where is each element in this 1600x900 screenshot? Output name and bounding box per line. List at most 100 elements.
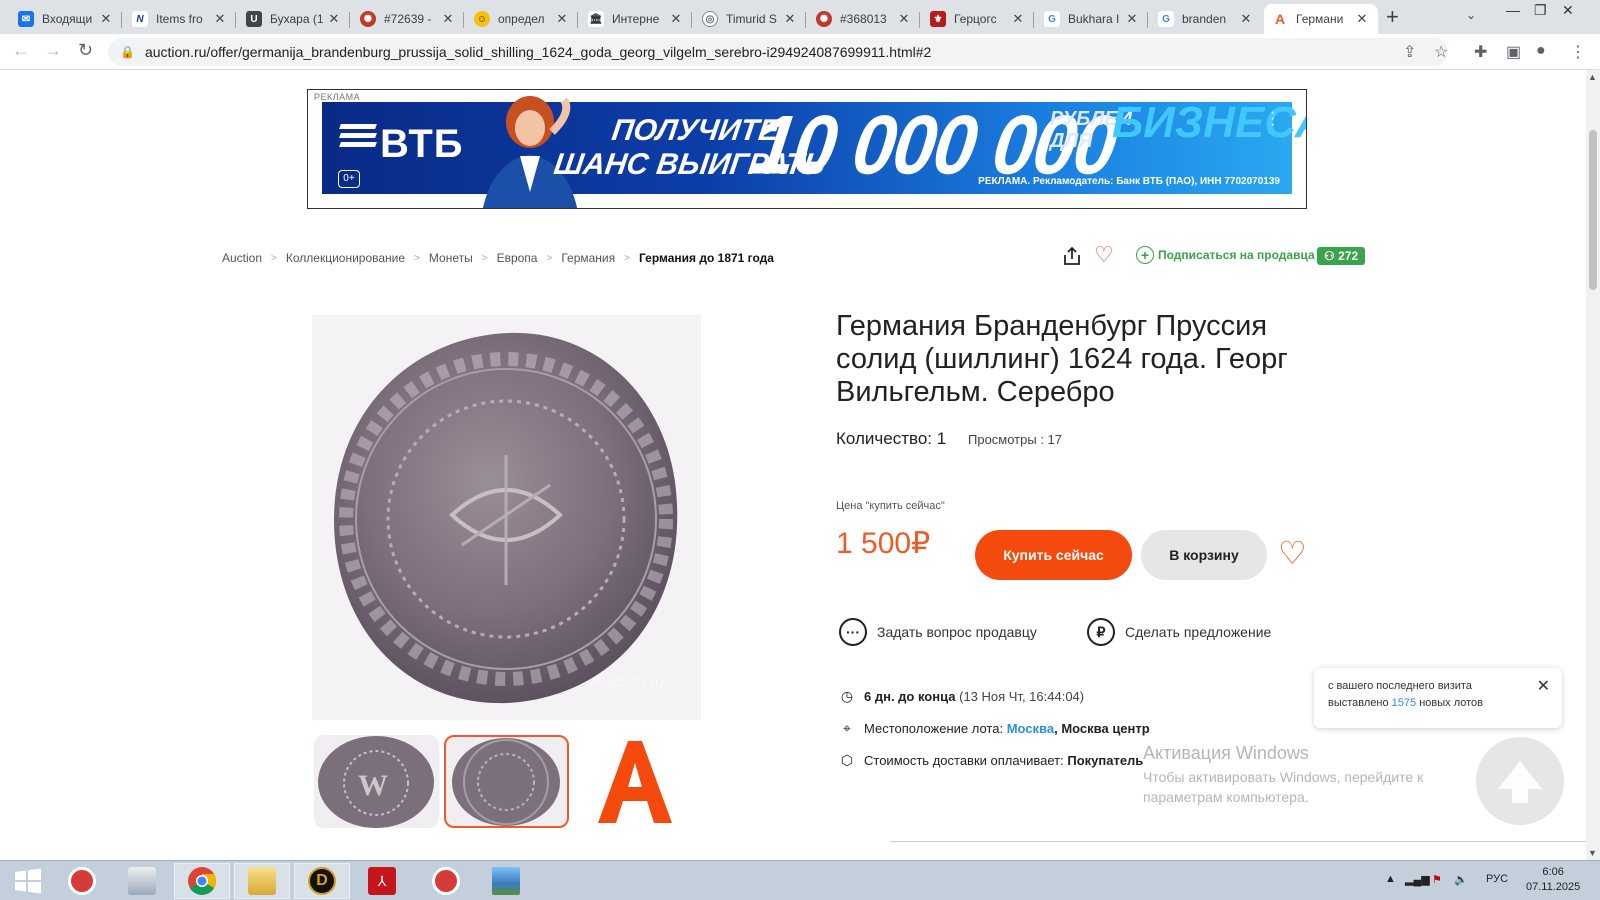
- breadcrumb-germany[interactable]: Германия: [561, 251, 615, 265]
- kebab-menu-icon[interactable]: ⋮: [1570, 42, 1586, 62]
- auction-logo-thumbnail[interactable]: [590, 735, 680, 828]
- close-icon[interactable]: ✕: [1537, 678, 1550, 695]
- tab-inbox[interactable]: ✉ Входящи ✕: [10, 4, 122, 34]
- main-lot-photo[interactable]: Auction.ru: [312, 315, 701, 720]
- share-page-icon[interactable]: ⇪: [1403, 42, 1416, 62]
- close-icon[interactable]: ✕: [1124, 11, 1140, 27]
- ad-legal-text: РЕКЛАМА. Рекламодатель: Банк ВТБ (ПАО), …: [978, 176, 1280, 187]
- heraldry-icon: ⚜: [930, 11, 946, 27]
- views-count: Просмотры : 17: [968, 432, 1063, 447]
- favorite-heart-icon[interactable]: ♡: [1094, 244, 1114, 266]
- taskbar-screenshot-app[interactable]: [54, 863, 110, 899]
- close-icon[interactable]: ✕: [782, 11, 798, 27]
- tab-bukhara[interactable]: U Бухара (1 ✕: [238, 4, 350, 34]
- taskbar-screenshot-app-2[interactable]: [418, 863, 474, 899]
- taskbar-chrome[interactable]: [174, 863, 230, 899]
- tab-germany-active[interactable]: A Германи ✕: [1264, 4, 1378, 34]
- taskbar-acrobat[interactable]: ⅄: [354, 863, 410, 899]
- taskbar-image-viewer[interactable]: [478, 863, 534, 899]
- extensions-puzzle-icon[interactable]: ✚: [1474, 42, 1487, 62]
- close-icon[interactable]: ✕: [98, 11, 114, 27]
- close-icon[interactable]: ✕: [1010, 11, 1026, 27]
- minimize-icon[interactable]: —: [1506, 2, 1520, 18]
- volume-icon[interactable]: 🔈: [1454, 873, 1468, 886]
- delivery-payer: Покупатель: [1067, 753, 1144, 768]
- tab-bukhara-google[interactable]: G Bukhara I ✕: [1036, 4, 1148, 34]
- buy-now-button[interactable]: Купить сейчас: [975, 530, 1132, 580]
- vertical-scrollbar[interactable]: ▲ ▼: [1586, 70, 1600, 860]
- forward-arrow-icon[interactable]: →: [44, 40, 62, 61]
- share-icon[interactable]: [1063, 246, 1081, 266]
- ad-creative: ВТБ 0+ ПОЛУЧИТЕ ШАНС ВЫИГРАТЬ 10 000 000…: [322, 96, 1306, 208]
- clock-time: 6:06: [1542, 866, 1564, 878]
- ad-banner[interactable]: РЕКЛАМА ВТБ 0+ ПОЛУЧИТЕ ШАНС ВЫИГРАТЬ 10…: [307, 89, 1307, 209]
- tab-72639[interactable]: ✺ #72639 - ✕: [352, 4, 464, 34]
- location-city-link[interactable]: Москва: [1007, 721, 1054, 736]
- toast-text-3: новых лотов: [1419, 697, 1484, 709]
- close-icon[interactable]: ✕: [326, 11, 342, 27]
- scroll-to-top-button[interactable]: [1476, 737, 1564, 825]
- subscribe-seller-button[interactable]: + Подписаться на продавца: [1136, 246, 1315, 264]
- profile-icon[interactable]: ●: [1536, 42, 1546, 60]
- tab-internet[interactable]: 🏛 Интерне ✕: [580, 4, 692, 34]
- scrollbar-thumb[interactable]: [1589, 130, 1597, 290]
- close-icon[interactable]: ✕: [1354, 11, 1370, 27]
- thumbnail-reverse-selected[interactable]: [444, 735, 569, 828]
- make-offer-button[interactable]: ₽ Сделать предложение: [1087, 618, 1271, 646]
- breadcrumb-auction[interactable]: Auction: [222, 251, 262, 265]
- tab-branden-google[interactable]: G branden ✕: [1150, 4, 1262, 34]
- start-button[interactable]: [0, 863, 56, 899]
- tab-368013[interactable]: ✺ #368013 ✕: [808, 4, 920, 34]
- tab-search-chevron-icon[interactable]: ⌄: [1466, 8, 1476, 22]
- taskbar-app-d[interactable]: D: [294, 863, 350, 899]
- make-offer-label: Сделать предложение: [1125, 624, 1272, 640]
- ask-seller-button[interactable]: ··· Задать вопрос продавцу: [839, 618, 1037, 646]
- google-icon: G: [1158, 11, 1174, 27]
- breadcrumb-collecting[interactable]: Коллекционирование: [286, 251, 405, 265]
- pdf-icon: ⅄: [368, 867, 396, 895]
- add-to-cart-button[interactable]: В корзину: [1141, 530, 1267, 580]
- price-label: Цена "купить сейчас": [836, 500, 945, 512]
- show-hidden-icons-icon[interactable]: ▲: [1385, 873, 1396, 885]
- side-panel-icon[interactable]: ▣: [1506, 42, 1521, 62]
- window-close-icon[interactable]: ✕: [1562, 2, 1574, 19]
- address-bar[interactable]: 🔒 auction.ru/offer/germanija_brandenburg…: [108, 38, 1448, 66]
- network-icon[interactable]: ▂▄▆: [1405, 873, 1430, 886]
- bookmark-star-icon[interactable]: ☆: [1434, 42, 1448, 62]
- clock[interactable]: 6:06 07.11.2025: [1526, 865, 1580, 895]
- tab-opredel[interactable]: ☺ определ ✕: [466, 4, 578, 34]
- tab-timurid[interactable]: ◎ Timurid S ✕: [694, 4, 806, 34]
- reload-icon[interactable]: ↻: [78, 40, 93, 61]
- breadcrumb-coins[interactable]: Монеты: [429, 251, 473, 265]
- back-arrow-icon[interactable]: ←: [12, 40, 30, 61]
- clock-icon: ◷: [840, 688, 854, 704]
- thumbnail-obverse[interactable]: W: [314, 735, 439, 828]
- location-pin-icon: ⌖: [843, 720, 851, 736]
- security-flag-icon[interactable]: ⚑: [1432, 873, 1442, 886]
- favorite-heart-icon[interactable]: ♡: [1278, 536, 1307, 570]
- ad-label: РЕКЛАМА: [314, 92, 361, 102]
- breadcrumb-europe[interactable]: Европа: [497, 251, 538, 265]
- close-icon[interactable]: ✕: [554, 11, 570, 27]
- tab-title: Бухара (1: [270, 12, 324, 26]
- close-icon[interactable]: ✕: [896, 11, 912, 27]
- close-icon[interactable]: ✕: [668, 11, 684, 27]
- toast-count-link[interactable]: 1575: [1392, 697, 1416, 709]
- mail-icon: ✉: [18, 11, 34, 27]
- ad-menu-icon[interactable]: · · ·: [1270, 105, 1275, 133]
- tab-items[interactable]: N Items fro ✕: [124, 4, 236, 34]
- restore-icon[interactable]: ❐: [1534, 2, 1547, 19]
- tab-gercog[interactable]: ⚜ Герцогс ✕: [922, 4, 1034, 34]
- close-icon[interactable]: ✕: [440, 11, 456, 27]
- scroll-up-arrow-icon[interactable]: ▲: [1588, 72, 1597, 82]
- windows-logo-icon: [15, 868, 41, 894]
- close-icon[interactable]: ✕: [212, 11, 228, 27]
- taskbar-explorer[interactable]: [234, 863, 290, 899]
- input-language[interactable]: РУС: [1486, 873, 1508, 885]
- new-tab-button[interactable]: +: [1386, 5, 1399, 29]
- close-icon[interactable]: ✕: [1238, 11, 1254, 27]
- globe-icon: ◎: [702, 11, 718, 27]
- scroll-down-arrow-icon[interactable]: ▼: [1588, 848, 1597, 858]
- chrome-icon: [188, 867, 216, 895]
- taskbar-calculator[interactable]: [114, 863, 170, 899]
